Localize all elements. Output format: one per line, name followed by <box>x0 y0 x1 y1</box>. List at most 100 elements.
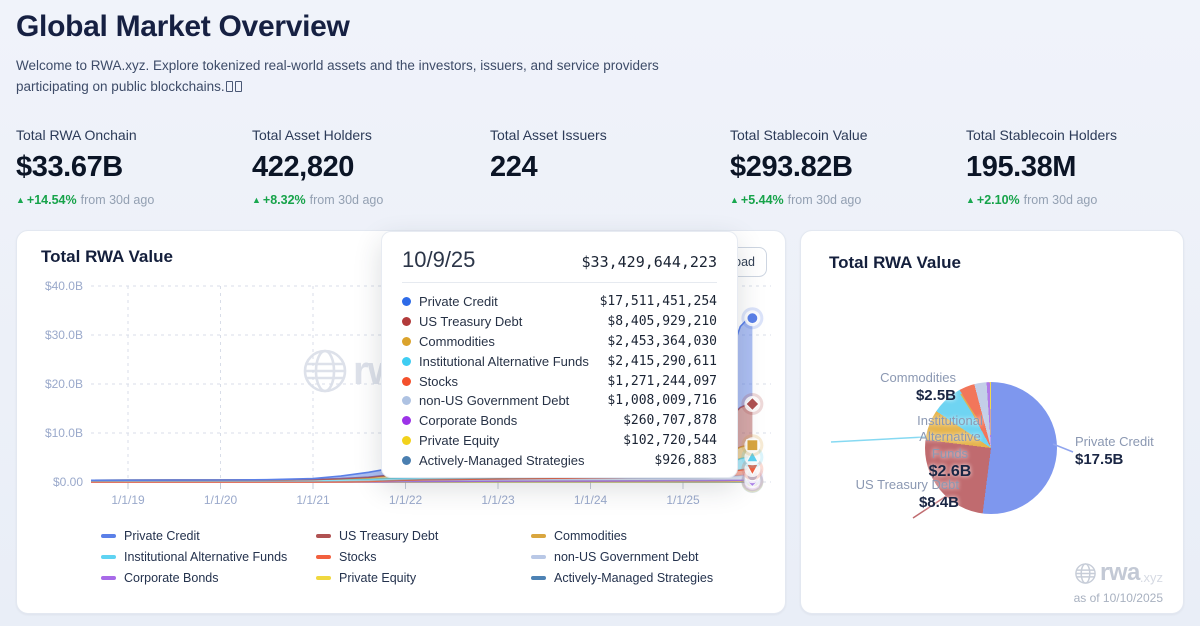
legend-item[interactable]: non-US Government Debt <box>531 550 761 564</box>
legend-label: non-US Government Debt <box>554 550 699 564</box>
legend-label: Corporate Bonds <box>124 571 219 585</box>
legend-label: Institutional Alternative Funds <box>124 550 287 564</box>
stat-value: 422,820 <box>252 151 383 184</box>
stat-label: Total Asset Holders <box>252 127 383 143</box>
up-triangle-icon: ▲ <box>730 195 739 205</box>
stat-label: Total Stablecoin Holders <box>966 127 1117 143</box>
stat-total-asset-issuers: Total Asset Issuers 224 <box>490 127 607 184</box>
stat-value: $293.82B <box>730 151 868 184</box>
series-color-dot <box>402 337 411 346</box>
series-value: $2,415,290,611 <box>607 354 717 369</box>
legend-item[interactable]: Private Credit <box>101 529 316 543</box>
svg-text:1/1/22: 1/1/22 <box>389 493 423 507</box>
stat-label: Total RWA Onchain <box>16 127 154 143</box>
tooltip-row: Institutional Alternative Funds$2,415,29… <box>402 351 717 371</box>
stat-value: $33.67B <box>16 151 154 184</box>
series-name: Commodities <box>419 334 607 349</box>
series-name: Private Credit <box>419 294 600 309</box>
stat-delta: ▲+5.44%from 30d ago <box>730 193 868 207</box>
legend-item[interactable]: Stocks <box>316 550 531 564</box>
svg-text:$40.0B: $40.0B <box>45 279 83 293</box>
svg-text:$20.0B: $20.0B <box>45 377 83 391</box>
tooltip-row: US Treasury Debt$8,405,929,210 <box>402 312 717 332</box>
series-color-dot <box>402 416 411 425</box>
svg-text:1/1/23: 1/1/23 <box>481 493 515 507</box>
legend-swatch <box>316 555 331 559</box>
series-value: $260,707,878 <box>623 413 717 428</box>
total-rwa-value-chart-card: Total RWA Value rwa.xyz Download $40.0B$… <box>16 230 786 614</box>
series-name: Private Equity <box>419 433 623 448</box>
legend-item[interactable]: Actively-Managed Strategies <box>531 571 761 585</box>
tooltip-rows: Private Credit$17,511,451,254US Treasury… <box>402 292 717 470</box>
stat-total-stablecoin-holders: Total Stablecoin Holders 195.38M ▲+2.10%… <box>966 127 1117 207</box>
pie-label-commodities: Commodities $2.5B <box>880 370 956 404</box>
svg-text:$0.00: $0.00 <box>53 475 83 489</box>
legend-label: Commodities <box>554 529 627 543</box>
svg-text:$10.0B: $10.0B <box>45 426 83 440</box>
svg-text:1/1/20: 1/1/20 <box>204 493 238 507</box>
svg-text:1/1/19: 1/1/19 <box>111 493 145 507</box>
stat-total-rwa-onchain: Total RWA Onchain $33.67B ▲+14.54%from 3… <box>16 127 154 207</box>
page-title: Global Market Overview <box>16 10 350 44</box>
missing-glyph-icon <box>225 79 243 94</box>
series-value: $1,271,244,097 <box>607 374 717 389</box>
series-value: $1,008,009,716 <box>607 393 717 408</box>
legend-swatch <box>101 555 116 559</box>
legend-swatch <box>531 534 546 538</box>
stat-value: 224 <box>490 151 607 184</box>
page-subtitle-text: Welcome to RWA.xyz. Explore tokenized re… <box>16 58 659 94</box>
legend-item[interactable]: Private Equity <box>316 571 531 585</box>
series-name: non-US Government Debt <box>419 393 607 408</box>
tooltip-row: Actively-Managed Strategies$926,883 <box>402 450 717 470</box>
series-name: Stocks <box>419 374 607 389</box>
stat-total-asset-holders: Total Asset Holders 422,820 ▲+8.32%from … <box>252 127 383 207</box>
legend-swatch <box>316 576 331 580</box>
legend-swatch <box>531 555 546 559</box>
legend-swatch <box>531 576 546 580</box>
stat-label: Total Stablecoin Value <box>730 127 868 143</box>
chart-legend: Private Credit US Treasury Debt Commoditie… <box>101 529 761 585</box>
series-color-dot <box>402 436 411 445</box>
page-subtitle: Welcome to RWA.xyz. Explore tokenized re… <box>16 56 730 98</box>
up-triangle-icon: ▲ <box>252 195 261 205</box>
stat-total-stablecoin-value: Total Stablecoin Value $293.82B ▲+5.44%f… <box>730 127 868 207</box>
series-color-dot <box>402 357 411 366</box>
stat-value: 195.38M <box>966 151 1117 184</box>
legend-swatch <box>316 534 331 538</box>
up-triangle-icon: ▲ <box>966 195 975 205</box>
series-color-dot <box>402 317 411 326</box>
tooltip-row: Corporate Bonds$260,707,878 <box>402 411 717 431</box>
series-color-dot <box>402 396 411 405</box>
legend-item[interactable]: Corporate Bonds <box>101 571 316 585</box>
legend-swatch <box>101 534 116 538</box>
series-name: US Treasury Debt <box>419 314 607 329</box>
pie-label-institutional-alternative-funds: Institutional Alternative Funds $2.6B <box>897 413 1003 481</box>
series-value: $8,405,929,210 <box>607 314 717 329</box>
up-triangle-icon: ▲ <box>16 195 25 205</box>
legend-label: US Treasury Debt <box>339 529 438 543</box>
tooltip-row: non-US Government Debt$1,008,009,716 <box>402 391 717 411</box>
legend-label: Actively-Managed Strategies <box>554 571 713 585</box>
svg-text:1/1/24: 1/1/24 <box>574 493 608 507</box>
svg-text:1/1/21: 1/1/21 <box>296 493 330 507</box>
series-value: $17,511,451,254 <box>600 294 717 309</box>
legend-swatch <box>101 576 116 580</box>
series-name: Institutional Alternative Funds <box>419 354 607 369</box>
svg-text:1/1/25: 1/1/25 <box>666 493 700 507</box>
tooltip-header: 10/9/25 $33,429,644,223 <box>402 247 717 273</box>
legend-item[interactable]: US Treasury Debt <box>316 529 531 543</box>
stat-delta: ▲+2.10%from 30d ago <box>966 193 1117 207</box>
pie-label-us-treasury-debt: US Treasury Debt $8.4B <box>856 477 959 511</box>
series-value: $102,720,544 <box>623 433 717 448</box>
tooltip-row: Commodities$2,453,364,030 <box>402 332 717 352</box>
legend-item[interactable]: Institutional Alternative Funds <box>101 550 316 564</box>
legend-item[interactable]: Commodities <box>531 529 761 543</box>
series-color-dot <box>402 297 411 306</box>
tooltip-row: Private Credit$17,511,451,254 <box>402 292 717 312</box>
tooltip-row: Stocks$1,271,244,097 <box>402 371 717 391</box>
chart-tooltip: 10/9/25 $33,429,644,223 Private Credit$1… <box>381 231 738 478</box>
total-rwa-value-pie-card: Total RWA Value Commodities $2.5B Instit… <box>800 230 1184 614</box>
stat-delta: ▲+8.32%from 30d ago <box>252 193 383 207</box>
series-color-dot <box>402 456 411 465</box>
series-value: $2,453,364,030 <box>607 334 717 349</box>
